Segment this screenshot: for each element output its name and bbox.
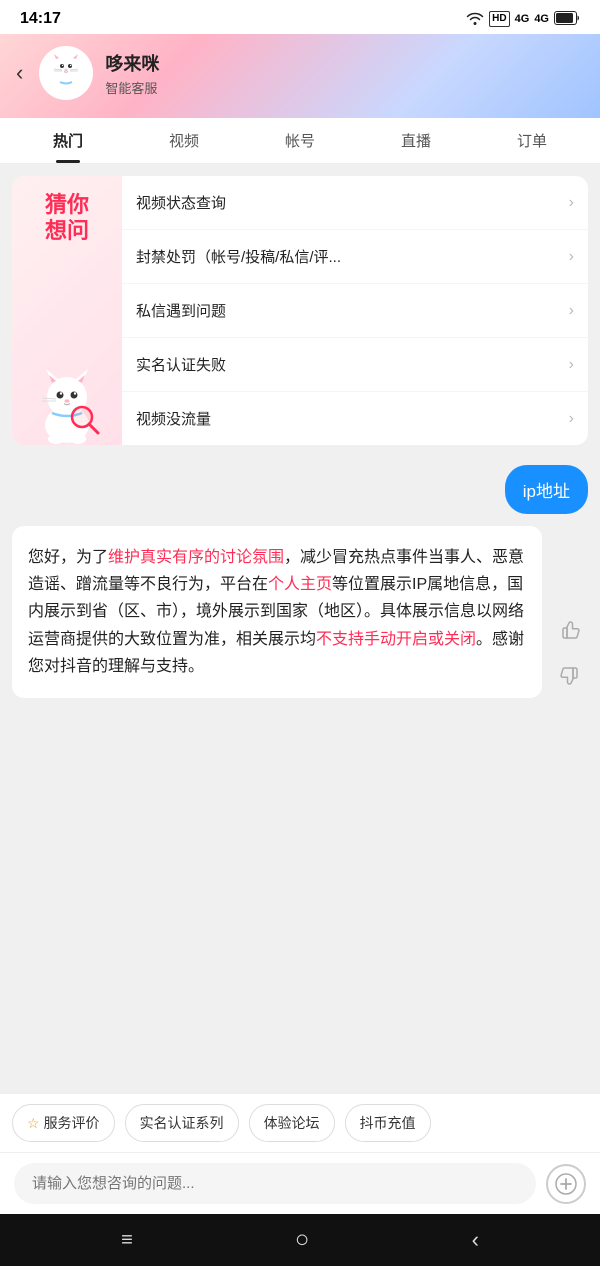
bot-message-row: 您好，为了维护真实有序的讨论氛围，减少冒充热点事件当事人、恶意造谣、蹭流量等不良… (12, 526, 588, 698)
faq-item-text-1: 封禁处罚（帐号/投稿/私信/评... (136, 246, 561, 267)
quick-reply-rating-label: 服务评价 (44, 1113, 100, 1133)
signal2-icon: 4G (534, 13, 549, 25)
bot-highlight3: 不支持手动开启或关闭 (316, 631, 476, 648)
bot-highlight1: 维护真实有序的讨论氛围 (108, 549, 284, 566)
quick-reply-forum[interactable]: 体验论坛 (249, 1104, 335, 1142)
star-icon: ☆ (27, 1115, 40, 1132)
status-time: 14:17 (20, 10, 61, 28)
status-bar: 14:17 HD 4G 4G (0, 0, 600, 34)
faq-guess-label: 猜你想问 (45, 192, 89, 245)
faq-item-1[interactable]: 封禁处罚（帐号/投稿/私信/评... › (122, 230, 588, 284)
header-subtitle: 智能客服 (105, 78, 584, 97)
hd-badge: HD (489, 11, 509, 27)
faq-left-panel: 猜你想问 (12, 176, 122, 445)
tab-live[interactable]: 直播 (358, 118, 474, 163)
user-bubble: ip地址 (505, 465, 588, 514)
faq-item-4[interactable]: 视频没流量 › (122, 392, 588, 445)
faq-items-list: 视频状态查询 › 封禁处罚（帐号/投稿/私信/评... › 私信遇到问题 › 实… (122, 176, 588, 445)
quick-replies: ☆ 服务评价 实名认证系列 体验论坛 抖币充值 (0, 1093, 600, 1152)
add-button[interactable] (546, 1164, 586, 1204)
chevron-icon-3: › (569, 356, 574, 374)
bot-text-part1: 您好，为了 (28, 549, 108, 566)
user-message: ip地址 (12, 465, 588, 514)
chevron-icon-2: › (569, 302, 574, 320)
back-button[interactable]: ‹ (16, 60, 23, 86)
faq-item-text-2: 私信遇到问题 (136, 300, 561, 321)
status-icons: HD 4G 4G (466, 11, 580, 28)
signal1-icon: 4G (515, 13, 530, 25)
menu-nav-icon[interactable]: ≡ (121, 1229, 133, 1252)
faq-item-text-0: 视频状态查询 (136, 192, 561, 213)
tab-bar: 热门 视频 帐号 直播 订单 (0, 118, 600, 164)
home-nav-icon[interactable]: ○ (295, 1226, 310, 1254)
tab-account[interactable]: 帐号 (242, 118, 358, 163)
thumbs-down-button[interactable] (552, 658, 588, 694)
quick-reply-realname[interactable]: 实名认证系列 (125, 1104, 239, 1142)
wifi-icon (466, 11, 484, 28)
avatar (39, 46, 93, 100)
tab-order[interactable]: 订单 (474, 118, 590, 163)
faq-item-0[interactable]: 视频状态查询 › (122, 176, 588, 230)
chevron-icon-0: › (569, 194, 574, 212)
header-name: 哆来咪 (105, 50, 584, 76)
chevron-icon-4: › (569, 410, 574, 428)
battery-icon (554, 11, 580, 28)
quick-reply-doubi[interactable]: 抖币充值 (345, 1104, 431, 1142)
quick-reply-doubi-label: 抖币充值 (360, 1113, 416, 1133)
nav-bar: ≡ ○ ‹ (0, 1214, 600, 1266)
header-info: 哆来咪 智能客服 (105, 50, 584, 97)
faq-card: 猜你想问 (12, 176, 588, 445)
quick-reply-realname-label: 实名认证系列 (140, 1113, 224, 1133)
chevron-icon-1: › (569, 248, 574, 266)
back-nav-icon[interactable]: ‹ (472, 1227, 479, 1253)
header: ‹ (0, 34, 600, 118)
tab-hot[interactable]: 热门 (10, 118, 126, 163)
faq-item-text-4: 视频没流量 (136, 408, 561, 429)
chat-area: ip地址 您好，为了维护真实有序的讨论氛围，减少冒充热点事件当事人、恶意造谣、蹭… (0, 457, 600, 1093)
tab-video[interactable]: 视频 (126, 118, 242, 163)
chat-input[interactable] (14, 1163, 536, 1204)
reaction-buttons (552, 608, 588, 694)
thumbs-up-button[interactable] (552, 612, 588, 648)
quick-reply-forum-label: 体验论坛 (264, 1113, 320, 1133)
bot-highlight2: 个人主页 (268, 576, 332, 593)
faq-item-text-3: 实名认证失败 (136, 354, 561, 375)
faq-item-2[interactable]: 私信遇到问题 › (122, 284, 588, 338)
bot-bubble: 您好，为了维护真实有序的讨论氛围，减少冒充热点事件当事人、恶意造谣、蹭流量等不良… (12, 526, 542, 698)
quick-reply-rating[interactable]: ☆ 服务评价 (12, 1104, 115, 1142)
faq-item-3[interactable]: 实名认证失败 › (122, 338, 588, 392)
input-area (0, 1152, 600, 1214)
